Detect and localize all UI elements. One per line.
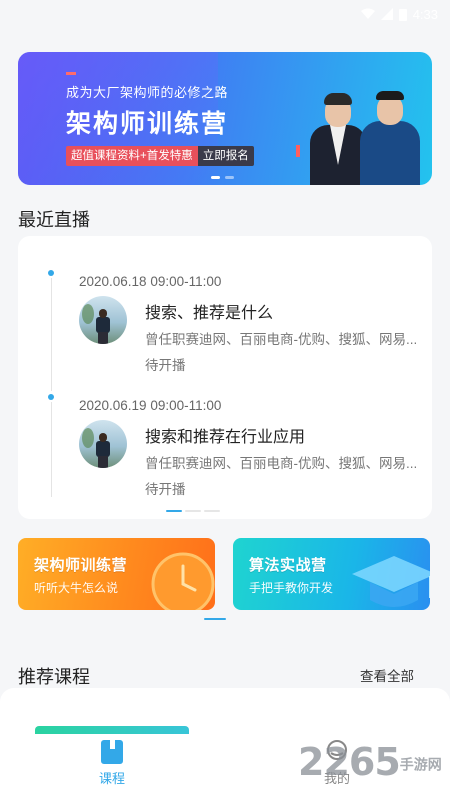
live-teacher-avatar[interactable]	[79, 420, 127, 468]
banner-red-bar	[296, 145, 300, 157]
watermark-logo: 2265手游网	[298, 740, 442, 784]
camp-pager	[204, 618, 226, 620]
banner-tag-offer: 超值课程资料+首发特惠	[66, 146, 198, 166]
tab-course[interactable]: 课程	[82, 740, 142, 787]
see-all-link[interactable]: 查看全部	[360, 665, 414, 685]
status-bar: 4:33	[0, 0, 450, 28]
timeline-dot	[48, 394, 54, 400]
live-teacher-avatar[interactable]	[79, 296, 127, 344]
live-section-title: 最近直播	[18, 210, 90, 230]
clock-icon	[151, 552, 215, 610]
camp-subtitle: 听听大牛怎么说	[34, 581, 119, 595]
recommend-section-title: 推荐课程	[18, 667, 90, 687]
live-status: 待开播	[145, 482, 186, 497]
banner-tag[interactable]: 超值课程资料+首发特惠 立即报名	[66, 146, 254, 166]
battery-icon	[398, 8, 407, 21]
banner-accent-line	[66, 72, 76, 75]
timeline-line	[51, 278, 52, 391]
live-list-card: 2020.06.18 09:00-11:00 搜索、推荐是什么 曾任职赛迪网、百…	[18, 236, 432, 519]
camp-title: 算法实战营	[249, 557, 327, 574]
live-title[interactable]: 搜索、推荐是什么	[145, 299, 273, 323]
wifi-icon	[360, 8, 375, 19]
banner-signup-button[interactable]: 立即报名	[197, 146, 254, 166]
tab-course-label: 课程	[98, 771, 125, 786]
live-teacher-info: 曾任职赛迪网、百丽电商-优购、搜狐、网易...	[145, 332, 418, 347]
promo-banner[interactable]: 成为大厂架构师的必修之路 架构师训练营 超值课程资料+首发特惠 立即报名	[18, 52, 432, 185]
status-time: 4:33	[412, 6, 438, 22]
camp-subtitle: 手把手教你开发	[249, 581, 334, 595]
signal-icon	[380, 8, 393, 20]
algorithm-camp-card[interactable]: 算法实战营 手把手教你开发	[233, 538, 430, 610]
live-teacher-info: 曾任职赛迪网、百丽电商-优购、搜狐、网易...	[145, 456, 418, 471]
banner-subtitle: 成为大厂架构师的必修之路	[66, 85, 229, 100]
banner-title: 架构师训练营	[66, 110, 229, 138]
timeline-dot	[48, 270, 54, 276]
live-pager	[166, 510, 220, 512]
course-book-icon	[101, 740, 123, 764]
banner-indicator	[211, 176, 234, 179]
banner-person-right	[358, 75, 424, 185]
graduation-cap-icon	[352, 556, 430, 607]
live-time: 2020.06.18 09:00-11:00	[79, 274, 222, 289]
course-card-stub[interactable]	[35, 726, 189, 734]
live-status: 待开播	[145, 358, 186, 373]
live-time: 2020.06.19 09:00-11:00	[79, 398, 222, 413]
live-title[interactable]: 搜索和推荐在行业应用	[145, 423, 305, 447]
timeline-line	[51, 402, 52, 497]
architect-camp-card[interactable]: 架构师训练营 听听大牛怎么说	[18, 538, 215, 610]
camp-title: 架构师训练营	[34, 557, 128, 574]
